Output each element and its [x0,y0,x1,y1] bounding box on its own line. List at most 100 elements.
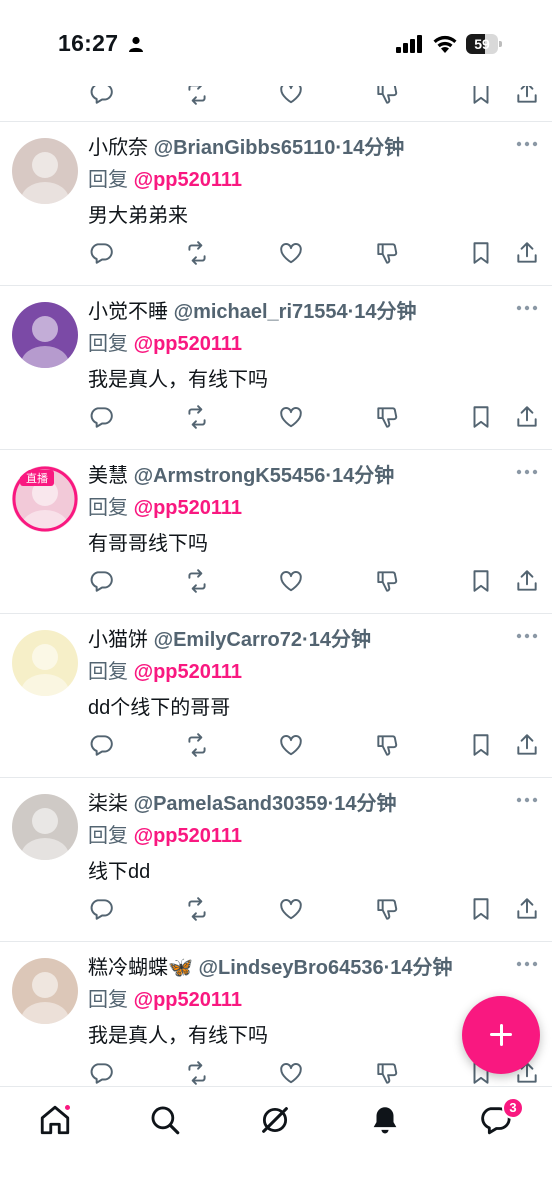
reply-tweet[interactable]: 小欣奈 @BrianGibbs65110·14分钟 回复 @pp520111 男… [0,122,552,286]
like-icon[interactable] [278,732,304,758]
tweet-header: 小猫饼 @EmilyCarro72·14分钟 [88,627,371,653]
avatar[interactable] [12,630,78,696]
bookmark-icon[interactable] [468,896,494,922]
retweet-icon[interactable] [184,240,210,266]
share-icon[interactable] [514,568,540,594]
reply-icon[interactable] [88,404,114,430]
retweet-icon[interactable] [184,568,210,594]
dislike-icon[interactable] [374,240,400,266]
display-name[interactable]: 小觉不睡 [88,301,168,323]
reply-tweet[interactable]: 柒柒 @PamelaSand30359·14分钟 回复 @pp520111 线下… [0,778,552,942]
like-icon[interactable] [278,896,304,922]
replying-to: 回复 @pp520111 [88,167,242,193]
avatar[interactable] [12,958,78,1024]
reply-icon[interactable] [88,240,114,266]
share-icon[interactable] [514,240,540,266]
dislike-icon[interactable] [374,404,400,430]
reply-to-handle[interactable]: @pp520111 [134,825,242,847]
replying-to: 回复 @pp520111 [88,659,242,685]
more-options-icon[interactable] [516,796,538,804]
reply-tweet[interactable]: 小觉不睡 @michael_ri71554·14分钟 回复 @pp520111 … [0,286,552,450]
display-name[interactable]: 糕冷蝴蝶🦋 [88,957,193,979]
dislike-icon[interactable] [374,1060,400,1086]
more-options-icon[interactable] [516,632,538,640]
tweet-header: 美慧 @ArmstrongK55456·14分钟 [88,463,394,489]
avatar[interactable]: 直播 [12,466,78,532]
timestamp[interactable]: 14分钟 [309,629,371,651]
share-icon[interactable] [514,896,540,922]
tweet-header: 柒柒 @PamelaSand30359·14分钟 [88,791,397,817]
grok-icon [262,1107,288,1133]
reply-icon[interactable] [88,732,114,758]
user-handle[interactable]: @LindseyBro64536 [198,957,383,979]
display-name[interactable]: 美慧 [88,465,128,487]
messages-badge: 3 [502,1097,524,1119]
dislike-icon[interactable] [374,732,400,758]
dislike-icon[interactable] [374,896,400,922]
display-name[interactable]: 小猫饼 [88,629,148,651]
reply-feed[interactable]: 小欣奈 @BrianGibbs65110·14分钟 回复 @pp520111 男… [0,0,552,1086]
user-handle[interactable]: @michael_ri71554 [174,301,348,323]
nav-messages[interactable]: 3 [478,1097,524,1139]
more-options-icon[interactable] [516,468,538,476]
bookmark-icon[interactable] [468,732,494,758]
reply-prefix: 回复 [88,825,128,847]
reply-to-handle[interactable]: @pp520111 [134,661,242,683]
reply-icon[interactable] [88,568,114,594]
display-name[interactable]: 柒柒 [88,793,128,815]
reply-tweet[interactable]: 直播 美慧 @ArmstrongK55456·14分钟 回复 @pp520111… [0,450,552,614]
reply-icon[interactable] [88,896,114,922]
search-icon [151,1106,180,1135]
tweet-text: 线下dd [88,861,151,883]
reply-to-handle[interactable]: @pp520111 [134,497,242,519]
timestamp[interactable]: 14分钟 [332,465,394,487]
share-icon[interactable] [514,404,540,430]
timestamp[interactable]: 14分钟 [390,957,452,979]
more-options-icon[interactable] [516,960,538,968]
avatar[interactable] [12,138,78,204]
user-handle[interactable]: @BrianGibbs65110 [154,137,336,159]
replying-to: 回复 @pp520111 [88,331,242,357]
timestamp[interactable]: 14分钟 [342,137,404,159]
separator-dot: · [302,629,309,651]
reply-to-handle[interactable]: @pp520111 [134,333,242,355]
bookmark-icon[interactable] [468,240,494,266]
action-bar [88,404,548,432]
like-icon[interactable] [278,568,304,594]
retweet-icon[interactable] [184,896,210,922]
avatar[interactable] [12,794,78,860]
bookmark-icon[interactable] [468,404,494,430]
dislike-icon[interactable] [374,568,400,594]
action-bar [88,896,548,924]
reply-prefix: 回复 [88,169,128,191]
action-bar [88,568,548,596]
timestamp[interactable]: 14分钟 [354,301,416,323]
retweet-icon[interactable] [184,404,210,430]
user-handle[interactable]: @PamelaSand30359 [134,793,328,815]
reply-to-handle[interactable]: @pp520111 [134,169,242,191]
more-options-icon[interactable] [516,140,538,148]
user-handle[interactable]: @EmilyCarro72 [154,629,302,651]
compose-button[interactable] [462,996,540,1074]
nav-grok[interactable] [258,1103,294,1139]
reply-tweet[interactable]: 小猫饼 @EmilyCarro72·14分钟 回复 @pp520111 dd个线… [0,614,552,778]
display-name[interactable]: 小欣奈 [88,137,148,159]
tweet-header: 糕冷蝴蝶🦋 @LindseyBro64536·14分钟 [88,955,453,981]
nav-notifications[interactable] [368,1103,404,1139]
reply-to-handle[interactable]: @pp520111 [134,989,242,1011]
more-options-icon[interactable] [516,304,538,312]
nav-home[interactable] [38,1103,74,1139]
retweet-icon[interactable] [184,1060,210,1086]
avatar[interactable] [12,302,78,368]
nav-search[interactable] [148,1103,184,1139]
like-icon[interactable] [278,240,304,266]
reply-icon[interactable] [88,1060,114,1086]
user-handle[interactable]: @ArmstrongK55456 [134,465,326,487]
like-icon[interactable] [278,404,304,430]
timestamp[interactable]: 14分钟 [334,793,396,815]
tweet-header: 小欣奈 @BrianGibbs65110·14分钟 [88,135,404,161]
bookmark-icon[interactable] [468,568,494,594]
like-icon[interactable] [278,1060,304,1086]
retweet-icon[interactable] [184,732,210,758]
share-icon[interactable] [514,732,540,758]
